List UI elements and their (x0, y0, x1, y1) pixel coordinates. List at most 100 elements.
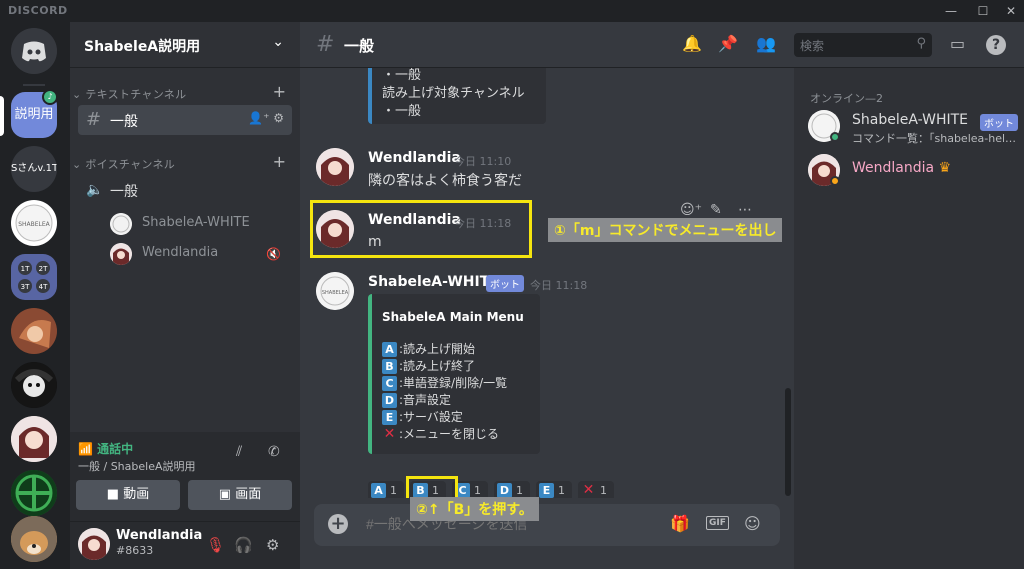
maximize-button[interactable]: ☐ (970, 2, 996, 20)
headphones-icon[interactable]: 🎧 (234, 536, 253, 554)
menu-item: C:単語登録/削除/一覧 (382, 374, 507, 391)
menu-item: A:読み上げ開始 (382, 340, 475, 357)
gear-icon[interactable]: ⚙ (266, 536, 279, 554)
crown-icon: ♛ (938, 160, 952, 176)
channel-title: 一般 (344, 37, 375, 55)
highlight-box (406, 476, 458, 498)
gear-icon[interactable]: ⚙ (273, 111, 284, 125)
add-reaction-icon[interactable]: ☺⁺ (680, 202, 702, 218)
minimize-button[interactable]: — (938, 2, 964, 20)
microphone-muted-icon[interactable]: 🎙 (206, 536, 225, 554)
more-icon[interactable]: ⋯ (738, 202, 752, 218)
member-list: オンライン—2 ShabeleA-WHITE ボット コマンド一覧：「shabe… (794, 68, 1024, 569)
key-c-icon: C (382, 376, 397, 391)
help-icon[interactable]: ? (986, 35, 1006, 55)
member-activity: コマンド一覧：「shabelea-help」 (852, 132, 1018, 145)
annotation-note: ②↑「B」を押す。 (410, 497, 539, 521)
user-tag: #8633 (116, 544, 154, 557)
message-author[interactable]: Wendlandia (368, 150, 461, 166)
chat-header: # 一般 🔔 📌 👥 検索 ⚲ ▭ ? (300, 22, 1024, 68)
message-author[interactable]: ShabeleA-WHITE (368, 274, 499, 290)
server-label: Sさんv.1T (11, 163, 57, 174)
avatar[interactable]: SHABELEA (316, 272, 354, 310)
member-item[interactable]: ShabeleA-WHITE ボット コマンド一覧：「shabelea-help… (808, 106, 1018, 148)
reaction-d[interactable]: D1 (494, 481, 530, 498)
members-icon[interactable]: 👥 (756, 34, 776, 53)
server-bot[interactable]: SHABELEA (11, 200, 57, 246)
scrollbar[interactable] (785, 388, 791, 496)
menu-embed: ShabeleA Main Menu A:読み上げ開始 B:読み上げ終了 C:単… (368, 294, 540, 454)
reaction-close[interactable]: ✕ 1 (578, 481, 614, 498)
member-name: Wendlandia ♛ (852, 160, 952, 176)
close-x-icon: ✕ (383, 426, 396, 442)
disconnect-icon[interactable]: ✆ (268, 444, 280, 460)
server-cross[interactable] (11, 470, 57, 516)
server-separator (23, 84, 45, 86)
guild-header[interactable]: ShabeleA説明用 ⌄ (70, 22, 300, 68)
edit-icon[interactable]: ✎ (710, 202, 722, 218)
noise-suppression-icon[interactable]: ⫽ (236, 444, 242, 460)
channel-name: 一般 (110, 184, 138, 200)
upload-plus-icon[interactable]: + (328, 514, 348, 534)
pin-icon[interactable]: 📌 (718, 34, 738, 53)
channel-sidebar: ShabeleA説明用 ⌄ ⌄ テキストチャンネル + # 一般 👤⁺ ⚙ ⌄ … (70, 22, 300, 569)
category-voice-channels[interactable]: ⌄ ボイスチャンネル (72, 156, 175, 172)
idle-status-icon (830, 176, 840, 186)
key-b-icon: B (382, 359, 397, 374)
video-button[interactable]: ■ 動画 (76, 480, 180, 510)
avatar[interactable] (78, 528, 110, 560)
member-item[interactable]: Wendlandia ♛ (808, 150, 1018, 192)
add-channel-icon[interactable]: + (273, 82, 286, 101)
reaction-a[interactable]: A1 (368, 481, 404, 498)
home-button[interactable] (11, 28, 57, 74)
reaction-e[interactable]: E1 (536, 481, 572, 498)
chevron-down-icon: ⌄ (72, 158, 86, 171)
invite-icon[interactable]: 👤⁺ (248, 111, 269, 125)
screen-share-button[interactable]: ▣ 画面 (188, 480, 292, 510)
discord-logo-icon (11, 28, 57, 74)
menu-item: B:読み上げ終了 (382, 357, 475, 374)
avatar[interactable] (316, 148, 354, 186)
gift-icon[interactable]: 🎁 (670, 514, 690, 533)
dog-avatar-icon (11, 516, 57, 562)
close-button[interactable]: ✕ (998, 2, 1024, 20)
guild-name: ShabeleA説明用 (84, 39, 201, 55)
embed-partial: ・一般 読み上げ対象チャンネル ・一般 (368, 68, 546, 124)
active-server-pill (0, 96, 4, 136)
chat-area: # 一般 🔔 📌 👥 検索 ⚲ ▭ ? ・一般 読み上げ対象チャンネル ・一般 … (300, 22, 1024, 569)
server-grid[interactable]: 1T 2T 3T 4T (11, 254, 57, 300)
chevron-down-icon: ⌄ (272, 34, 284, 50)
mute-icon: 🔇 (266, 247, 281, 261)
chevron-down-icon: ⌄ (72, 88, 86, 101)
bell-icon[interactable]: 🔔 (682, 34, 702, 53)
server-s[interactable]: Sさんv.1T (11, 146, 57, 192)
emoji-icon[interactable]: ☺ (744, 514, 761, 533)
user-panel: Wendlandia #8633 🎙 🎧 ⚙ (70, 522, 300, 569)
gif-button[interactable]: GIF (706, 516, 729, 530)
svg-text:2T: 2T (39, 265, 48, 273)
avatar (110, 243, 132, 265)
online-status-icon (830, 132, 840, 142)
key-d-icon: D (382, 393, 397, 408)
server-avatar-mask[interactable] (11, 362, 57, 408)
message-time: 今日 11:10 (454, 155, 512, 168)
voice-location: 一般 / ShabeleA説明用 (78, 460, 196, 473)
inbox-icon[interactable]: ▭ (950, 34, 965, 53)
key-e-icon: E (382, 410, 397, 425)
app-brand: DISCORD (8, 4, 68, 17)
hash-icon: # (316, 32, 335, 57)
category-text-channels[interactable]: ⌄ テキストチャンネル (72, 86, 186, 102)
server-dog[interactable] (11, 516, 57, 562)
category-label: テキストチャンネル (85, 88, 187, 101)
category-label: ボイスチャンネル (85, 158, 176, 171)
server-avatar-hair[interactable] (11, 308, 57, 354)
server-avatar-girl[interactable] (11, 416, 57, 462)
grid-icon: 1T 2T 3T 4T (18, 261, 50, 293)
title-bar: DISCORD — ☐ ✕ (0, 0, 1024, 22)
channel-general-text[interactable]: # 一般 👤⁺ ⚙ (78, 105, 292, 135)
add-channel-icon[interactable]: + (273, 152, 286, 171)
screen-icon: ▣ (218, 487, 232, 502)
bot-badge: ボット (486, 275, 524, 292)
channel-general-voice[interactable]: 🔈 一般 (78, 175, 292, 205)
search-input[interactable]: 検索 ⚲ (794, 33, 932, 57)
